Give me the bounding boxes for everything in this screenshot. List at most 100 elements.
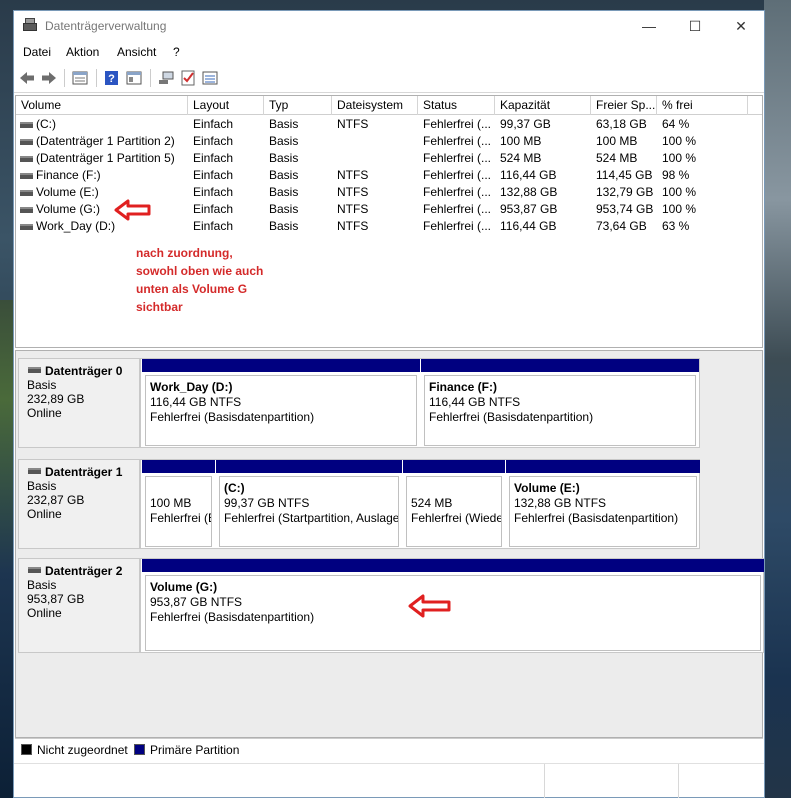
partition-status: Fehlerfrei (Startpartition, Auslage [224,511,399,525]
volume-icon [20,156,33,162]
cell-free: 953,74 GB [596,202,654,216]
cell-pct: 63 % [662,219,690,233]
disk-state: Online [27,507,62,521]
list-header: Volume Layout Typ Dateisystem Status Kap… [16,96,762,115]
cell-type: Basis [269,219,299,233]
partition-bar [216,460,402,473]
volume-icon [20,207,33,213]
partition-bar [506,460,700,473]
partition-size: 116,44 GB NTFS [150,395,242,409]
volume-list[interactable]: Volume Layout Typ Dateisystem Status Kap… [15,95,763,348]
legend-primary: Primäre Partition [134,743,239,757]
partition-size: 99,37 GB NTFS [224,496,310,510]
window-title: Datenträgerverwaltung [45,19,167,33]
cell-layout: Einfach [193,151,234,165]
partition-status: Fehlerfrei (E [150,511,212,525]
cell-capacity: 132,88 GB [500,185,558,199]
column-header-freier-speicher[interactable]: Freier Sp... [591,96,657,115]
svg-text:?: ? [108,73,115,85]
cell-status: Fehlerfrei (... [423,134,492,148]
cell-pct: 64 % [662,117,690,131]
column-header-volume[interactable]: Volume [16,96,188,115]
partition-d[interactable]: Work_Day (D:) 116,44 GB NTFS Fehlerfrei … [142,359,420,447]
menu-datei[interactable]: Datei [23,45,51,59]
cell-name: (Datenträger 1 Partition 2) [36,134,175,148]
cell-pct: 98 % [662,168,690,182]
disk-1-label[interactable]: Datenträger 1 Basis 232,87 GB Online [18,459,140,549]
cell-capacity: 100 MB [500,134,542,148]
partition-size: 524 MB [411,496,453,510]
legend: Nicht zugeordnet Primäre Partition [15,738,763,760]
volume-icon [20,139,33,145]
legend-unallocated: Nicht zugeordnet [21,743,128,757]
disk-size: 953,87 GB [27,592,85,606]
desktop-background-left [0,300,14,798]
table-row[interactable]: (Datenträger 1 Partition 2) Einfach Basis F… [16,133,762,150]
partition-title: (C:) [224,481,245,495]
partition-e[interactable]: Volume (E:) 132,88 GB NTFS Fehlerfrei (B… [506,460,700,548]
table-row[interactable]: (C:) Einfach Basis NTFS Fehlerfrei (... 99,37… [16,116,762,133]
disk-icon [28,567,41,573]
status-segment [678,764,679,798]
properties-icon[interactable] [71,69,89,87]
column-header-dateisystem[interactable]: Dateisystem [332,96,418,115]
cell-name: (Datenträger 1 Partition 5) [36,151,175,165]
check-icon[interactable] [179,69,197,87]
cell-free: 114,45 GB [596,168,653,182]
cell-status: Fehlerfrei (... [423,185,492,199]
cell-capacity: 116,44 GB [500,219,557,233]
column-header-typ[interactable]: Typ [264,96,332,115]
help-icon[interactable]: ? [103,69,121,87]
desktop-background [764,0,791,798]
partition-c[interactable]: (C:) 99,37 GB NTFS Fehlerfrei (Startpart… [216,460,402,548]
column-header-kapazitaet[interactable]: Kapazität [495,96,591,115]
list-icon[interactable] [201,69,219,87]
cell-layout: Einfach [193,168,234,182]
cell-layout: Einfach [193,117,234,131]
view-icon[interactable] [125,69,143,87]
partition-status: Fehlerfrei (Basisdatenpartition) [429,410,594,424]
back-icon[interactable] [18,69,36,87]
disk-1-partitions: 100 MB Fehlerfrei (E (C:) 99,37 GB NTFS … [140,459,700,549]
menu-aktion[interactable]: Aktion [66,45,99,59]
disk-type: Basis [27,479,57,493]
maximize-button[interactable]: ☐ [672,11,718,41]
legend-label: Nicht zugeordnet [37,743,128,757]
table-row[interactable]: (Datenträger 1 Partition 5) Einfach Basis F… [16,150,762,167]
cell-name: Work_Day (D:) [36,219,116,233]
disk-name: Datenträger 0 [45,364,123,378]
menu-help[interactable]: ? [173,45,180,59]
volume-icon [20,224,33,230]
cell-fs [337,133,417,150]
partition-g[interactable]: Volume (G:) 953,87 GB NTFS Fehlerfrei (B… [142,559,764,652]
column-header-prozent-frei[interactable]: % frei [657,96,748,115]
minimize-button[interactable]: — [626,11,672,41]
column-header-layout[interactable]: Layout [188,96,264,115]
disk-0-partitions: Work_Day (D:) 116,44 GB NTFS Fehlerfrei … [140,358,700,448]
cell-type: Basis [269,134,299,148]
disk-2-label[interactable]: Datenträger 2 Basis 953,87 GB Online [18,558,140,653]
toolbar-separator [150,69,151,87]
cell-name: Volume (E:) [36,185,99,199]
cell-fs: NTFS [337,168,369,182]
menu-ansicht[interactable]: Ansicht [117,45,156,59]
column-header-status[interactable]: Status [418,96,495,115]
partition-title: Volume (G:) [150,580,218,594]
disk-state: Online [27,406,62,420]
disk-name: Datenträger 2 [45,564,123,578]
cell-name: Finance (F:) [36,168,101,182]
connect-icon[interactable] [157,69,175,87]
close-button[interactable]: ✕ [718,11,764,41]
partition-system-reserved[interactable]: 100 MB Fehlerfrei (E [142,460,215,548]
partition-recovery[interactable]: 524 MB Fehlerfrei (Wiede [403,460,505,548]
table-row[interactable]: Finance (F:) Einfach Basis NTFS Fehlerfrei (… [16,167,762,184]
toolbar: ? [14,63,764,93]
disk-name: Datenträger 1 [45,465,123,479]
cell-capacity: 953,87 GB [500,202,558,216]
partition-f[interactable]: Finance (F:) 116,44 GB NTFS Fehlerfrei (… [421,359,699,447]
cell-type: Basis [269,151,299,165]
forward-icon[interactable] [40,69,58,87]
disk-0-label[interactable]: Datenträger 0 Basis 232,89 GB Online [18,358,140,448]
cell-fs: NTFS [337,202,369,216]
disk-layout-pane[interactable]: Datenträger 0 Basis 232,89 GB Online Wor… [15,350,764,738]
